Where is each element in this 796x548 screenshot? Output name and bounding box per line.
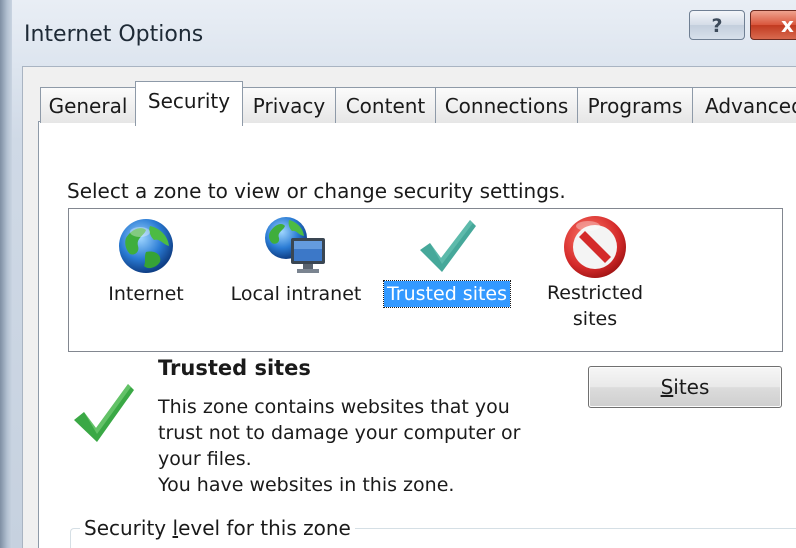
zone-label-local-intranet: Local intranet [230,283,362,305]
sites-button-label: ites [673,375,710,399]
zone-local-intranet[interactable]: Local intranet [226,214,366,307]
internet-options-window: Internet Options ? x General Security Pr… [0,0,796,548]
tab-security[interactable]: Security [135,81,243,126]
description-line: trust not to damage your computer or [158,422,521,444]
description-line: You have websites in this zone. [158,474,455,496]
zone-label-trusted-sites: Trusted sites [382,280,512,308]
zone-internet[interactable]: Internet [96,216,196,307]
zone-label-restricted-sites: Restricted sites [546,282,644,330]
selected-zone-title: Trusted sites [158,356,311,380]
zone-restricted-sites[interactable]: Restricted sites [535,214,655,333]
globe-icon [119,219,173,273]
security-level-group-label: Security level for this zone [80,516,355,540]
zone-label-internet: Internet [108,283,184,305]
zone-trusted-sites[interactable]: Trusted sites [380,214,514,308]
globe-monitor-icon [265,217,325,273]
selected-zone-description: This zone contains websites that you tru… [158,394,558,498]
green-check-icon [420,220,476,272]
green-check-icon [74,384,134,442]
tab-privacy[interactable]: Privacy [242,87,336,123]
description-line: your files. [158,448,252,470]
help-button[interactable]: ? [689,10,745,40]
close-button[interactable]: x [750,10,796,40]
description-line: This zone contains websites that you [158,396,510,418]
group-label-prefix: Security [84,516,173,540]
tab-content[interactable]: Content [335,87,436,123]
window-title: Internet Options [24,22,204,47]
sites-button-mnemonic: S [660,375,674,399]
tab-connections[interactable]: Connections [435,87,578,123]
sites-button[interactable]: Sites [588,366,782,408]
tab-general[interactable]: General [40,87,136,123]
group-label-rest: evel for this zone [178,516,351,540]
zone-prompt: Select a zone to view or change security… [67,179,566,203]
tab-advanced[interactable]: Advanced [692,87,796,123]
window-frame-edge [0,0,12,548]
no-entry-icon [564,216,626,278]
tab-programs[interactable]: Programs [577,87,693,123]
